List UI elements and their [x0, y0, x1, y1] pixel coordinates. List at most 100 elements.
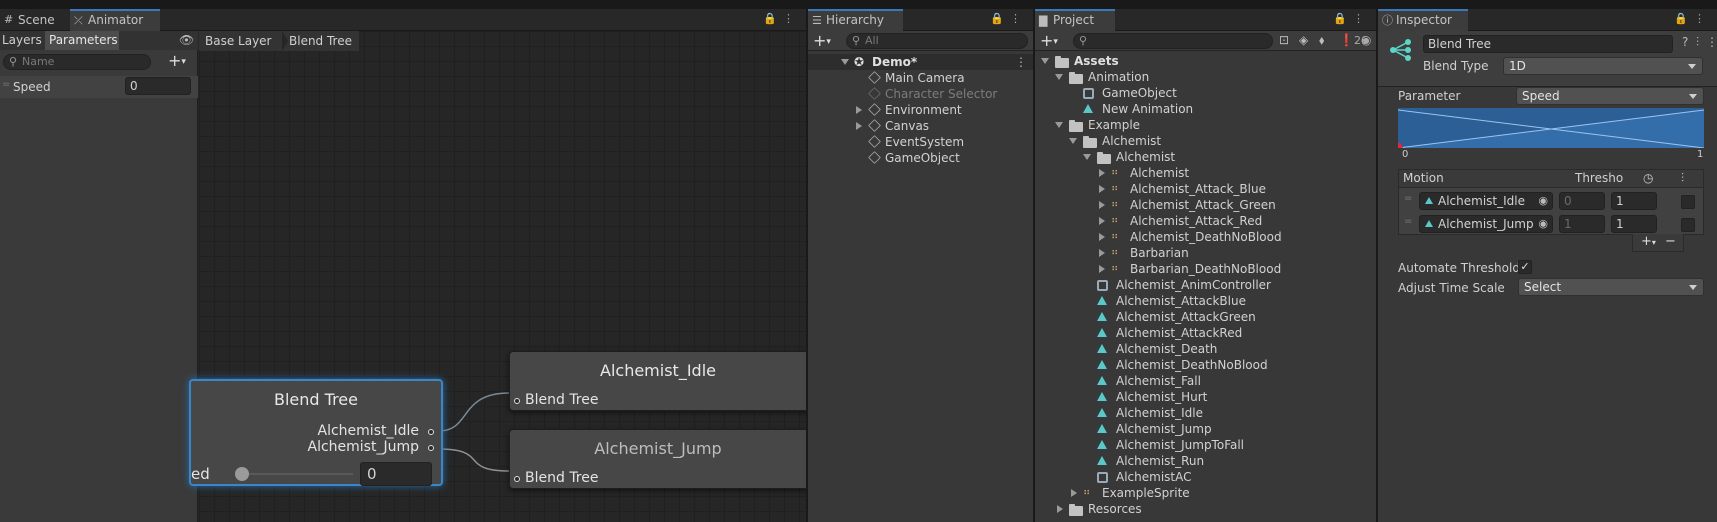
expand-arrow-icon[interactable]: [1071, 489, 1077, 497]
project-item[interactable]: GameObject: [1035, 85, 1376, 101]
remove-motion-button[interactable]: −: [1665, 234, 1676, 249]
threshold-input[interactable]: 0: [1559, 192, 1605, 210]
project-item[interactable]: Alchemist_AttackGreen: [1035, 309, 1376, 325]
project-item[interactable]: Alchemist_Idle: [1035, 405, 1376, 421]
expand-arrow-icon[interactable]: [1099, 265, 1105, 273]
inspector-tab-menu-icon[interactable]: 🔒⋮: [1674, 12, 1711, 25]
automate-thresholds-checkbox[interactable]: ✓: [1518, 260, 1532, 274]
scene-row[interactable]: ✪ Demo* ⋮: [808, 54, 1033, 70]
expand-arrow-icon[interactable]: [1099, 249, 1105, 257]
time-scale-input[interactable]: 1: [1611, 215, 1657, 233]
project-item[interactable]: ⠶ Barbarian: [1035, 245, 1376, 261]
project-item[interactable]: Alchemist: [1035, 133, 1376, 149]
search-by-type-icon[interactable]: ⊡: [1279, 33, 1289, 47]
input-port-jump[interactable]: [514, 476, 520, 482]
add-parameter-button[interactable]: +▾: [168, 51, 186, 70]
project-item[interactable]: ⠶ Barbarian_DeathNoBlood: [1035, 261, 1376, 277]
project-item[interactable]: ⠶ Alchemist_DeathNoBlood: [1035, 229, 1376, 245]
scene-menu-icon[interactable]: ⋮: [1015, 54, 1027, 70]
parameter-dropdown[interactable]: Speed: [1516, 87, 1704, 105]
expand-arrow-icon[interactable]: [1099, 201, 1105, 209]
tab-scene[interactable]: # Scene: [0, 9, 63, 31]
tab-hierarchy[interactable]: ☰ Hierarchy: [808, 9, 903, 31]
help-icon[interactable]: ?: [1682, 35, 1688, 49]
project-item[interactable]: Alchemist_DeathNoBlood: [1035, 357, 1376, 373]
subtab-parameters[interactable]: Parameters: [45, 31, 119, 50]
inspector-menu-icon[interactable]: ⋮: [1706, 35, 1717, 49]
motion-node-idle[interactable]: Alchemist_Idle Blend Tree: [509, 351, 806, 411]
project-item[interactable]: Assets: [1035, 53, 1376, 69]
project-item[interactable]: Example: [1035, 117, 1376, 133]
parameter-row[interactable]: = Speed 0: [0, 76, 198, 98]
object-picker-icon[interactable]: ◉: [1538, 216, 1548, 232]
mirror-checkbox[interactable]: [1681, 218, 1695, 232]
motion-field[interactable]: Alchemist_Jump ◉: [1419, 215, 1553, 233]
time-scale-input[interactable]: 1: [1611, 192, 1657, 210]
expand-arrow-icon[interactable]: [1099, 217, 1105, 225]
hierarchy-item[interactable]: EventSystem: [808, 134, 1033, 150]
info-icon[interactable]: ❗: [1339, 33, 1354, 47]
project-item[interactable]: Alchemist_AttackBlue: [1035, 293, 1376, 309]
project-item[interactable]: Resorces: [1035, 501, 1376, 517]
output-port-jump[interactable]: [428, 445, 434, 451]
search-by-label-icon[interactable]: ◈: [1299, 33, 1308, 47]
project-tab-menu-icon[interactable]: 🔒⋮: [1333, 12, 1370, 25]
project-item[interactable]: ⠶ Alchemist_Attack_Green: [1035, 197, 1376, 213]
motion-node-jump[interactable]: Alchemist_Jump Blend Tree: [509, 429, 806, 489]
hierarchy-tab-menu-icon[interactable]: 🔒⋮: [990, 12, 1027, 25]
tag-icon[interactable]: ⬧: [1319, 33, 1324, 48]
hierarchy-item[interactable]: Main Camera: [808, 70, 1033, 86]
project-item[interactable]: ⠶ Alchemist: [1035, 165, 1376, 181]
expand-arrow-icon[interactable]: [841, 59, 849, 65]
project-item[interactable]: Alchemist_Death: [1035, 341, 1376, 357]
adjust-time-scale-dropdown[interactable]: Select: [1518, 278, 1704, 296]
blend-slider-thumb[interactable]: [235, 467, 249, 481]
expand-arrow-icon[interactable]: [1083, 154, 1091, 160]
project-item[interactable]: Alchemist_Run: [1035, 453, 1376, 469]
project-item[interactable]: ⠶ Alchemist_Attack_Red: [1035, 213, 1376, 229]
project-item[interactable]: Animation: [1035, 69, 1376, 85]
object-picker-icon[interactable]: ◉: [1538, 193, 1548, 209]
motion-field[interactable]: Alchemist_Idle ◉: [1419, 192, 1553, 210]
animator-tab-menu-icon[interactable]: 🔒⋮: [763, 12, 800, 25]
hierarchy-item[interactable]: GameObject: [808, 150, 1033, 166]
add-motion-button[interactable]: +▾: [1641, 234, 1656, 249]
expand-arrow-icon[interactable]: [856, 122, 862, 130]
project-item[interactable]: Alchemist_AnimController: [1035, 277, 1376, 293]
project-item[interactable]: Alchemist_Hurt: [1035, 389, 1376, 405]
hierarchy-search-input[interactable]: ⚲ All: [846, 33, 1028, 49]
project-item[interactable]: AlchemistAC: [1035, 469, 1376, 485]
expand-arrow-icon[interactable]: [1055, 74, 1063, 80]
expand-arrow-icon[interactable]: [1057, 505, 1063, 513]
input-port-idle[interactable]: [514, 398, 520, 404]
project-item[interactable]: Alchemist: [1035, 149, 1376, 165]
animator-graph[interactable]: Base Layer Blend Tree Blend Tree Alchemi…: [189, 31, 806, 522]
expand-arrow-icon[interactable]: [856, 106, 862, 114]
expand-arrow-icon[interactable]: [1099, 185, 1105, 193]
expand-arrow-icon[interactable]: [1069, 138, 1077, 144]
eye-icon[interactable]: 👁: [179, 33, 194, 47]
project-item[interactable]: New Animation: [1035, 101, 1376, 117]
hierarchy-item[interactable]: Canvas: [808, 118, 1033, 134]
settings-sliders-icon[interactable]: ⫶: [1696, 35, 1699, 50]
hierarchy-item[interactable]: Environment: [808, 102, 1033, 118]
blend-slider-track[interactable]: [241, 473, 353, 475]
project-item[interactable]: ⠶ ExampleSprite: [1035, 485, 1376, 501]
drag-handle-icon[interactable]: =: [1404, 216, 1412, 227]
blend-type-dropdown[interactable]: 1D: [1503, 57, 1703, 75]
project-search-input[interactable]: ⚲: [1073, 33, 1273, 49]
blend-value-input[interactable]: 0: [360, 462, 432, 486]
blend-tree-name-input[interactable]: Blend Tree: [1423, 35, 1673, 53]
output-port-idle[interactable]: [428, 429, 434, 435]
project-item[interactable]: Alchemist_Jump: [1035, 421, 1376, 437]
parameter-search-input[interactable]: ⚲ Name: [3, 54, 151, 70]
blend-tree-node[interactable]: Blend Tree Alchemist_Idle Alchemist_Jump…: [189, 379, 443, 486]
threshold-input[interactable]: 1: [1559, 215, 1605, 233]
hierarchy-item[interactable]: Character Selector: [808, 86, 1033, 102]
project-item[interactable]: ⠶ Alchemist_Attack_Blue: [1035, 181, 1376, 197]
project-add-button[interactable]: +▾: [1040, 31, 1058, 50]
expand-arrow-icon[interactable]: [1099, 233, 1105, 241]
project-item[interactable]: Alchemist_AttackRed: [1035, 325, 1376, 341]
drag-handle-icon[interactable]: =: [2, 79, 10, 90]
expand-arrow-icon[interactable]: [1099, 169, 1105, 177]
